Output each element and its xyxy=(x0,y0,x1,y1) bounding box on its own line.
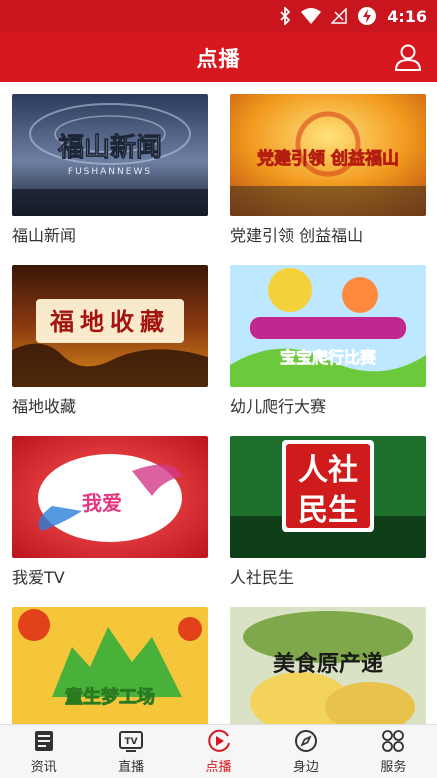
nav-label: 资讯 xyxy=(30,760,57,775)
status-bar: 4:16 xyxy=(0,0,437,32)
program-card[interactable]: 美食原产递 xyxy=(230,607,426,724)
thumb-title: 美食原产递 xyxy=(273,651,383,677)
news-icon xyxy=(34,731,53,751)
wifi-icon xyxy=(301,8,322,24)
program-thumbnail[interactable]: 我爱 xyxy=(12,436,208,558)
thumb-title: 福地收藏 xyxy=(49,308,170,336)
thumb-title: 我爱 xyxy=(82,491,122,515)
program-thumbnail[interactable]: 美食原产递 xyxy=(230,607,426,724)
program-card[interactable]: 福地收藏 福地收藏 xyxy=(12,265,208,417)
play-icon xyxy=(207,729,230,752)
status-time: 4:16 xyxy=(387,6,427,26)
nav-services[interactable]: 服务 xyxy=(350,725,437,778)
thumb-subtitle: FUSHANNEWS xyxy=(68,167,152,177)
compass-icon xyxy=(294,730,317,752)
app-header: 点播 xyxy=(0,32,437,82)
data-saver-icon xyxy=(358,7,377,25)
grid-icon xyxy=(382,730,405,752)
nav-label: 身边 xyxy=(292,760,319,775)
program-card[interactable]: 党建引领 创益福山 党建引领 创益福山 xyxy=(230,94,426,246)
signal-off-icon xyxy=(331,8,347,24)
program-card[interactable]: 宝宝爬行比赛 幼儿爬行大赛 xyxy=(230,265,426,417)
thumb-title: 童生梦工场 xyxy=(65,686,155,708)
nav-label: 服务 xyxy=(380,760,407,775)
program-thumbnail[interactable]: 童生梦工场 xyxy=(12,607,208,724)
program-title: 福地收藏 xyxy=(12,397,77,416)
program-card[interactable]: 人社 民生 人社民生 xyxy=(230,436,426,588)
program-thumbnail[interactable]: 宝宝爬行比赛 xyxy=(230,265,426,387)
thumb-title: 宝宝爬行比赛 xyxy=(280,348,377,367)
program-title: 我爱TV xyxy=(12,568,65,587)
bluetooth-icon xyxy=(280,7,291,25)
nav-label: 直播 xyxy=(118,760,145,775)
program-thumbnail[interactable]: 人社 民生 xyxy=(230,436,426,558)
program-title: 幼儿爬行大赛 xyxy=(230,397,327,416)
user-profile-icon[interactable] xyxy=(393,42,423,72)
nav-live[interactable]: TV 直播 xyxy=(87,725,174,778)
program-title: 人社民生 xyxy=(230,568,295,587)
program-card[interactable]: 童生梦工场 xyxy=(12,607,208,724)
tv-icon-text: TV xyxy=(125,737,138,747)
nav-label: 点播 xyxy=(205,760,232,775)
nav-news[interactable]: 资讯 xyxy=(0,725,87,778)
thumb-title-line2: 民生 xyxy=(298,493,358,528)
program-title: 党建引领 创益福山 xyxy=(230,226,364,245)
program-card[interactable]: 福山新闻 FUSHANNEWS 福山新闻 xyxy=(12,94,208,246)
program-title: 福山新闻 xyxy=(12,226,77,245)
nav-vod[interactable]: 点播 xyxy=(175,725,262,778)
nav-nearby[interactable]: 身边 xyxy=(262,725,349,778)
program-grid: 福山新闻 FUSHANNEWS 福山新闻 党建引领 创益福山 党建引领 创益福山 xyxy=(0,82,437,724)
bottom-navigation: 资讯 TV 直播 点播 身边 服务 xyxy=(0,724,437,778)
program-thumbnail[interactable]: 福地收藏 xyxy=(12,265,208,387)
program-thumbnail[interactable]: 福山新闻 FUSHANNEWS xyxy=(12,94,208,216)
thumb-title-line1: 人社 xyxy=(298,453,358,488)
thumb-title: 福山新闻 xyxy=(57,132,162,163)
thumb-title: 党建引领 创益福山 xyxy=(257,148,399,169)
page-title: 点播 xyxy=(196,47,241,71)
tv-icon: TV xyxy=(119,731,144,752)
program-card[interactable]: 我爱 我爱TV xyxy=(12,436,208,588)
program-thumbnail[interactable]: 党建引领 创益福山 xyxy=(230,94,426,216)
status-icons: 4:16 xyxy=(279,5,427,27)
